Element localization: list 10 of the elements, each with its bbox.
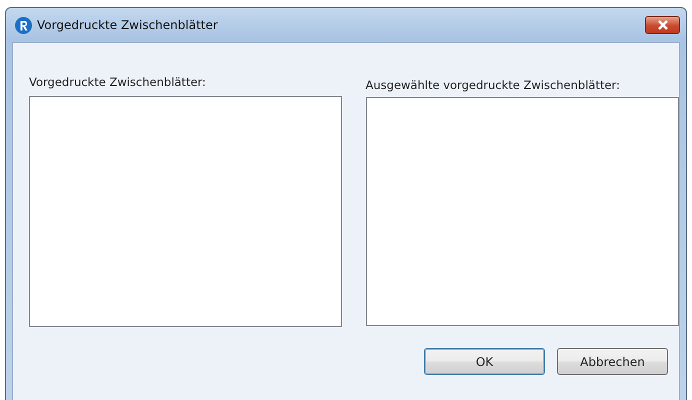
cancel-button[interactable]: Abbrechen — [557, 348, 668, 375]
window-title: Vorgedruckte Zwischenblätter — [37, 18, 218, 32]
close-icon — [656, 20, 668, 30]
list-label: Vorgedruckte Zwischenblätter: — [29, 75, 207, 91]
ok-button[interactable]: OK — [424, 348, 545, 375]
app-logo-icon — [15, 16, 32, 34]
list-label: Ausgewählte vorgedruckte Zwischenblätter: — [366, 78, 621, 94]
list-box[interactable] — [29, 96, 342, 327]
list-box[interactable] — [366, 97, 679, 326]
close-button[interactable] — [645, 16, 680, 34]
